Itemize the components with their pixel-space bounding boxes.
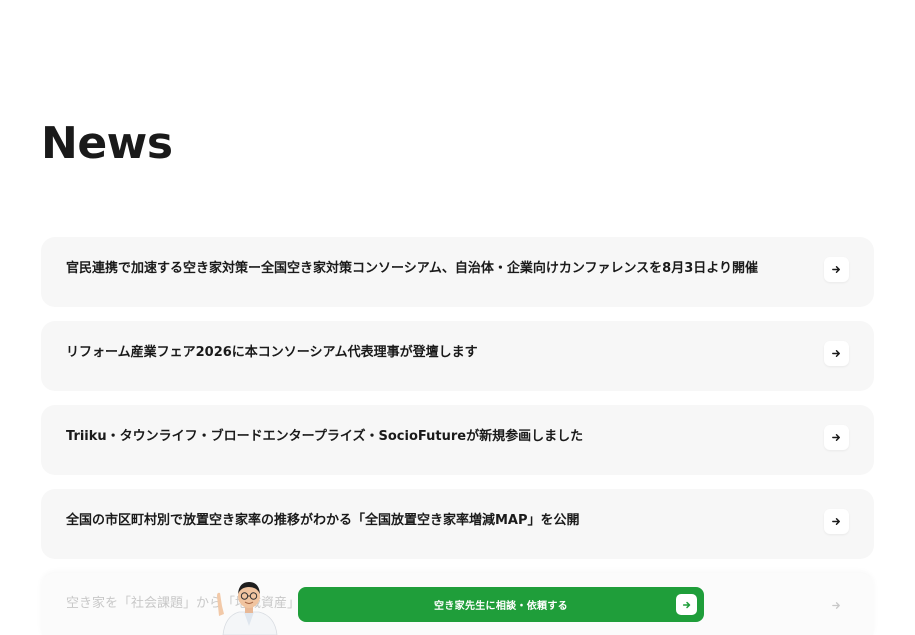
news-item[interactable]: 官民連携で加速する空き家対策ー全国空き家対策コンソーシアム、自治体・企業向けカン… bbox=[41, 237, 874, 307]
consult-request-label: 空き家先生に相談・依頼する bbox=[434, 601, 568, 612]
news-item[interactable]: 全国の市区町村別で放置空き家率の推移がわかる「全国放置空き家率増減MAP」を公開 bbox=[41, 489, 874, 559]
arrow-right-icon[interactable] bbox=[824, 341, 849, 366]
news-item[interactable]: Triiku・タウンライフ・ブロードエンタープライズ・SocioFutureが新… bbox=[41, 405, 874, 475]
news-item-title: 全国の市区町村別で放置空き家率の推移がわかる「全国放置空き家率増減MAP」を公開 bbox=[66, 513, 580, 528]
news-item-title: リフォーム産業フェア2026に本コンソーシアム代表理事が登壇します bbox=[66, 345, 478, 360]
arrow-right-icon[interactable] bbox=[824, 593, 849, 618]
news-item-title: 官民連携で加速する空き家対策ー全国空き家対策コンソーシアム、自治体・企業向けカン… bbox=[66, 261, 759, 276]
section-heading: News bbox=[41, 118, 173, 169]
arrow-right-icon[interactable] bbox=[824, 509, 849, 534]
arrow-right-icon[interactable] bbox=[824, 425, 849, 450]
news-list: 官民連携で加速する空き家対策ー全国空き家対策コンソーシアム、自治体・企業向けカン… bbox=[41, 237, 874, 635]
news-item-title: Triiku・タウンライフ・ブロードエンタープライズ・SocioFutureが新… bbox=[66, 429, 584, 444]
arrow-right-icon bbox=[676, 594, 697, 615]
news-item[interactable]: リフォーム産業フェア2026に本コンソーシアム代表理事が登壇します bbox=[41, 321, 874, 391]
advisor-avatar bbox=[217, 582, 278, 635]
arrow-right-icon[interactable] bbox=[824, 257, 849, 282]
news-page: News 官民連携で加速する空き家対策ー全国空き家対策コンソーシアム、自治体・企… bbox=[0, 0, 915, 635]
consult-request-button[interactable]: 空き家先生に相談・依頼する bbox=[298, 587, 704, 622]
